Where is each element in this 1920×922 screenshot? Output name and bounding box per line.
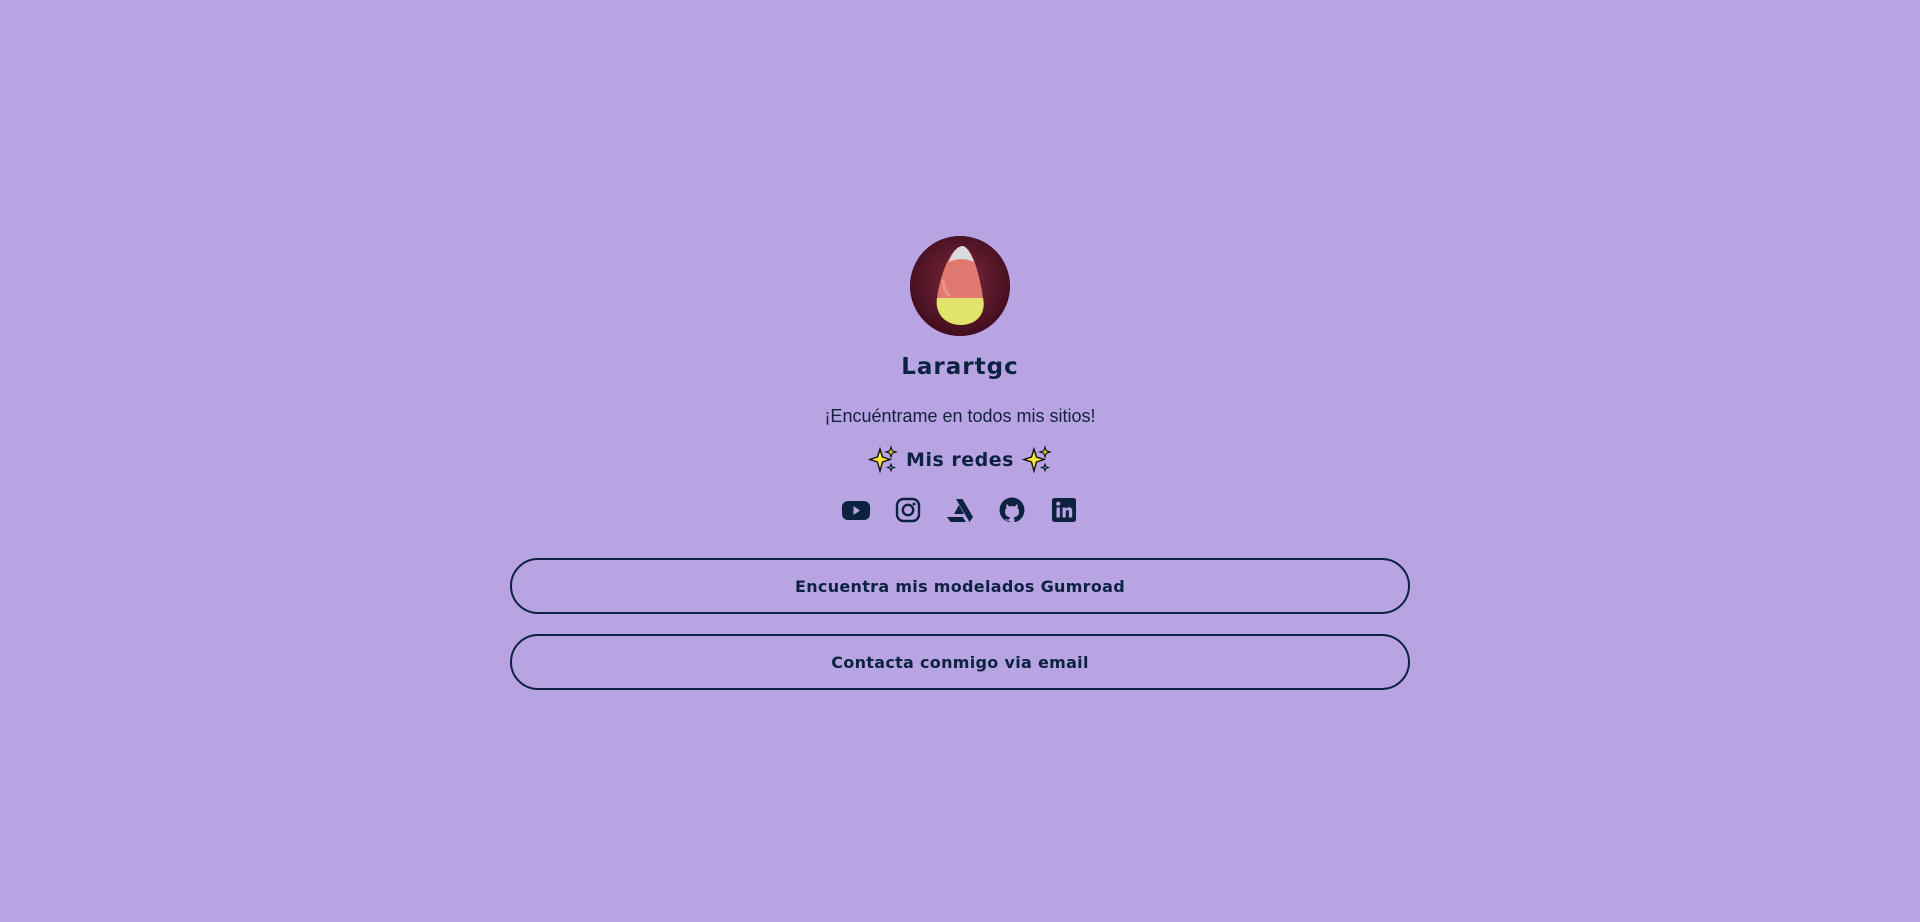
socials-heading-label: Mis redes <box>906 449 1014 471</box>
link-list: Encuentra mis modelados Gumroad Contacta… <box>510 558 1410 710</box>
youtube-link[interactable] <box>841 495 871 525</box>
profile-name: Larartgc <box>901 354 1019 380</box>
email-contact-button[interactable]: Contacta conmigo via email <box>510 634 1410 690</box>
candy-corn-icon <box>910 236 1010 336</box>
sparkles-icon <box>868 445 898 474</box>
linkedin-link[interactable] <box>1049 495 1079 525</box>
email-contact-label: Contacta conmigo via email <box>831 652 1089 672</box>
youtube-icon <box>842 501 870 520</box>
avatar <box>910 236 1010 336</box>
profile-header: Larartgc ¡Encuéntrame en todos mis sitio… <box>0 236 1920 525</box>
socials-heading: Mis redes <box>868 445 1052 475</box>
github-link[interactable] <box>997 495 1027 525</box>
instagram-link[interactable] <box>893 495 923 525</box>
linkedin-icon <box>1052 498 1076 522</box>
gumroad-link-button[interactable]: Encuentra mis modelados Gumroad <box>510 558 1410 614</box>
social-icons <box>841 495 1079 525</box>
artstation-link[interactable] <box>945 495 975 525</box>
instagram-icon <box>895 497 921 523</box>
github-icon <box>999 497 1025 523</box>
sparkles-icon <box>1021 445 1052 474</box>
gumroad-link-label: Encuentra mis modelados Gumroad <box>794 576 1125 596</box>
profile-bio: ¡Encuéntrame en todos mis sitios! <box>824 406 1096 426</box>
artstation-icon <box>947 499 973 522</box>
link-page: Larartgc ¡Encuéntrame en todos mis sitio… <box>0 0 1920 922</box>
